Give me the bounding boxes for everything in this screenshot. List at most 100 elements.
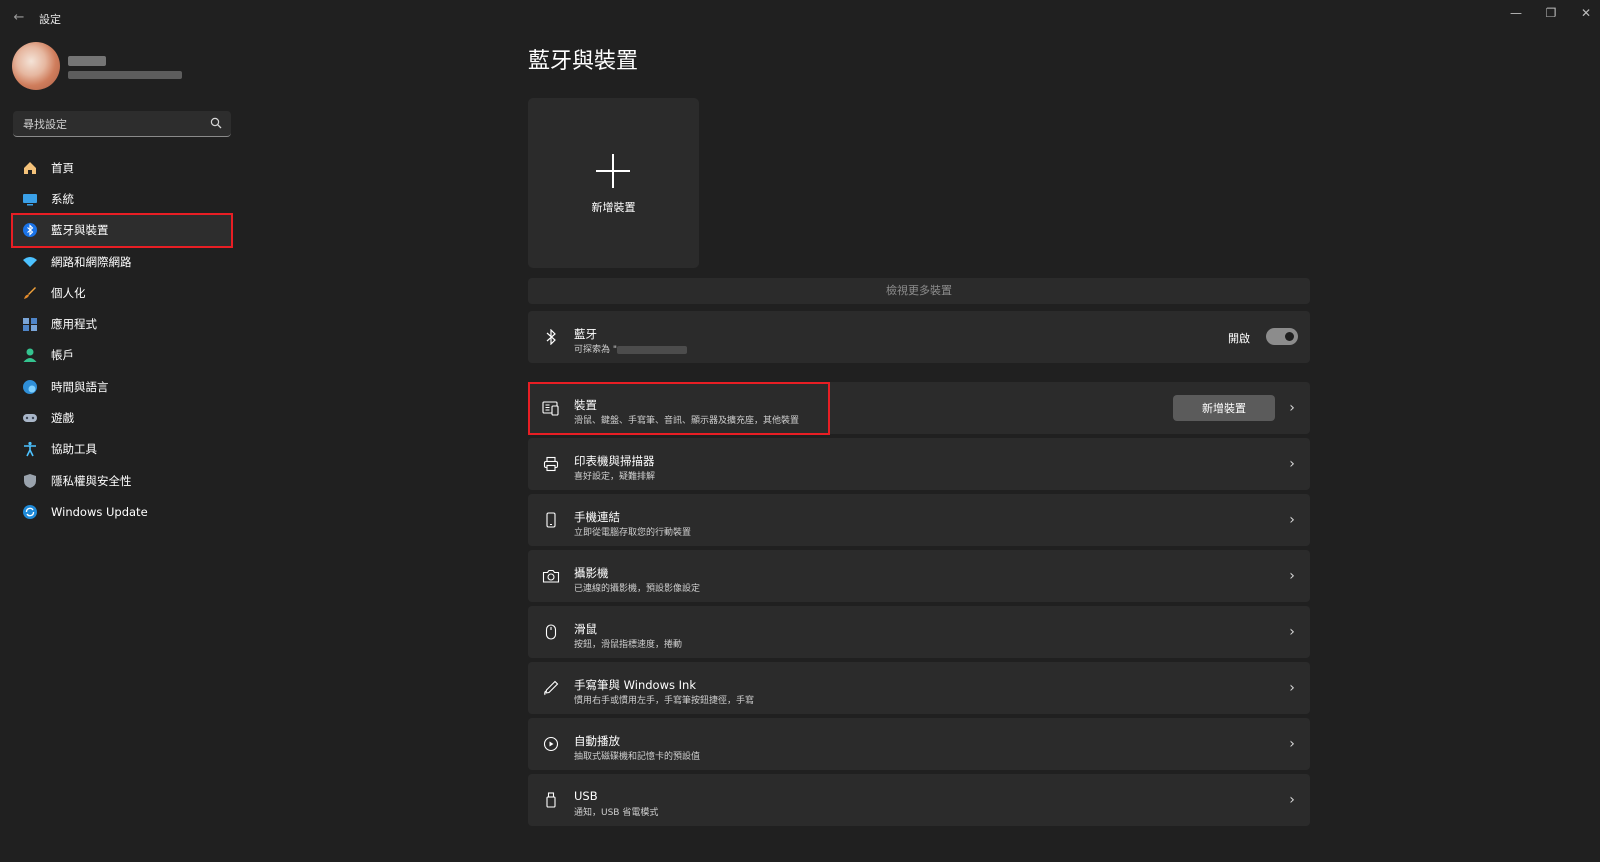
shield-icon <box>21 472 39 490</box>
device-name-redacted <box>617 345 688 354</box>
update-icon <box>21 503 39 521</box>
gamepad-icon <box>21 409 39 427</box>
sidebar-item-accessibility[interactable]: 協助工具 <box>13 434 231 465</box>
chevron-right-icon: › <box>1289 456 1295 472</box>
profile-name-redacted <box>68 56 106 66</box>
card-title: 自動播放 <box>574 734 620 748</box>
sidebar-item-label: 藍牙與裝置 <box>51 223 109 238</box>
sidebar-item-accounts[interactable]: 帳戶 <box>13 340 231 371</box>
search-icon[interactable] <box>210 117 222 129</box>
chevron-right-icon: › <box>1289 792 1295 808</box>
card-subtitle: 已連線的攝影機，預設影像設定 <box>574 584 701 594</box>
sidebar-item-windows-update[interactable]: Windows Update <box>13 496 231 527</box>
minimize-button[interactable]: — <box>1502 4 1530 22</box>
add-device-button[interactable]: 新增裝置 <box>1173 395 1275 421</box>
view-more-devices-button[interactable]: 檢視更多裝置 <box>528 278 1310 304</box>
bluetooth-toggle-label: 開啟 <box>1228 332 1250 345</box>
card-title: 滑鼠 <box>574 622 597 636</box>
devices-card[interactable]: 裝置 滑鼠、鍵盤、手寫筆、音訊、顯示器及擴充座，其他裝置 新增裝置 › <box>528 382 1310 434</box>
chevron-right-icon: › <box>1289 736 1295 752</box>
page-title: 藍牙與裝置 <box>528 49 639 74</box>
card-subtitle: 按鈕，滑鼠指標速度，捲動 <box>574 640 683 650</box>
add-device-tile[interactable]: 新增裝置 <box>528 98 699 268</box>
home-icon <box>21 159 39 177</box>
search-box[interactable] <box>13 111 231 137</box>
card-subtitle: 喜好設定，疑難排解 <box>574 472 656 482</box>
printers-scanners-card[interactable]: 印表機與掃描器 喜好設定，疑難排解 › <box>528 438 1310 490</box>
sidebar-item-privacy-security[interactable]: 隱私權與安全性 <box>13 465 231 496</box>
card-subtitle: 立即從電腦存取您的行動裝置 <box>574 528 692 538</box>
sidebar-item-home[interactable]: 首頁 <box>13 152 231 183</box>
globe-clock-icon <box>21 378 39 396</box>
card-title: 手機連結 <box>574 510 620 524</box>
chevron-right-icon: › <box>1289 624 1295 640</box>
add-device-label: 新增裝置 <box>591 201 636 214</box>
card-subtitle: 通知，USB 省電模式 <box>574 808 659 818</box>
card-title: 裝置 <box>574 398 597 412</box>
card-subtitle: 滑鼠、鍵盤、手寫筆、音訊、顯示器及擴充座，其他裝置 <box>574 416 800 426</box>
bluetooth-icon <box>540 326 562 348</box>
close-button[interactable]: ✕ <box>1572 4 1600 22</box>
account-icon <box>21 346 39 364</box>
bluetooth-card: 藍牙 可探索為 " 開啟 <box>528 311 1310 363</box>
sidebar-item-label: Windows Update <box>51 504 148 519</box>
apps-icon <box>21 315 39 333</box>
sidebar-item-label: 應用程式 <box>51 317 97 332</box>
sidebar-item-gaming[interactable]: 遊戲 <box>13 402 231 433</box>
card-subtitle: 抽取式磁碟機和記憶卡的預設值 <box>574 752 701 762</box>
back-arrow-icon[interactable]: ← <box>11 10 27 26</box>
sidebar-nav: 首頁 系統 藍牙與裝置 網路和網際網路 個人化 應用程式 帳戶 時間與語言 遊戲… <box>11 152 233 528</box>
sidebar-item-label: 協助工具 <box>51 442 97 457</box>
usb-icon <box>540 789 562 811</box>
title-bar: ← 設定 — ❐ ✕ <box>0 0 1600 36</box>
bluetooth-toggle[interactable] <box>1266 328 1298 345</box>
card-title: 攝影機 <box>574 566 609 580</box>
sidebar-item-apps[interactable]: 應用程式 <box>13 308 231 339</box>
sidebar-item-label: 個人化 <box>51 285 86 300</box>
phone-link-card[interactable]: 手機連結 立即從電腦存取您的行動裝置 › <box>528 494 1310 546</box>
sidebar-item-label: 隱私權與安全性 <box>51 473 132 488</box>
camera-icon <box>540 565 562 587</box>
search-input[interactable] <box>21 115 201 133</box>
pen-icon <box>540 677 562 699</box>
sidebar-item-system[interactable]: 系統 <box>13 183 231 214</box>
sidebar-item-network[interactable]: 網路和網際網路 <box>13 246 231 277</box>
sidebar-item-label: 時間與語言 <box>51 379 109 394</box>
chevron-right-icon: › <box>1289 512 1295 528</box>
card-title: 手寫筆與 Windows Ink <box>574 678 696 692</box>
mouse-icon <box>540 621 562 643</box>
accessibility-icon <box>21 440 39 458</box>
card-title: USB <box>574 789 598 803</box>
chevron-right-icon: › <box>1289 400 1295 416</box>
maximize-button[interactable]: ❐ <box>1537 4 1565 22</box>
printer-icon <box>540 453 562 475</box>
wifi-icon <box>21 253 39 271</box>
phone-icon <box>540 509 562 531</box>
bluetooth-title: 藍牙 <box>574 327 597 341</box>
usb-card[interactable]: USB 通知，USB 省電模式 › <box>528 774 1310 826</box>
sidebar-item-label: 系統 <box>51 191 74 206</box>
pen-windows-ink-card[interactable]: 手寫筆與 Windows Ink 慣用右手或慣用左手，手寫筆按鈕捷徑，手寫 › <box>528 662 1310 714</box>
sidebar-item-personalization[interactable]: 個人化 <box>13 277 231 308</box>
chevron-right-icon: › <box>1289 680 1295 696</box>
system-icon <box>21 190 39 208</box>
app-title: 設定 <box>39 13 61 26</box>
avatar <box>12 42 60 90</box>
profile-email-redacted <box>68 71 182 79</box>
mouse-card[interactable]: 滑鼠 按鈕，滑鼠指標速度，捲動 › <box>528 606 1310 658</box>
card-subtitle: 慣用右手或慣用左手，手寫筆按鈕捷徑，手寫 <box>574 696 755 706</box>
sidebar-item-label: 遊戲 <box>51 411 74 426</box>
plus-icon <box>596 154 630 188</box>
brush-icon <box>21 284 39 302</box>
sidebar-item-time-language[interactable]: 時間與語言 <box>13 371 231 402</box>
autoplay-card[interactable]: 自動播放 抽取式磁碟機和記憶卡的預設值 › <box>528 718 1310 770</box>
bluetooth-icon <box>21 221 39 239</box>
chevron-right-icon: › <box>1289 568 1295 584</box>
card-title: 印表機與掃描器 <box>574 454 655 468</box>
bluetooth-discoverable-text: 可探索為 " <box>574 342 688 355</box>
cameras-card[interactable]: 攝影機 已連線的攝影機，預設影像設定 › <box>528 550 1310 602</box>
sidebar-item-bluetooth-devices[interactable]: 藍牙與裝置 <box>11 212 233 248</box>
sidebar-item-label: 首頁 <box>51 160 74 175</box>
toggle-knob <box>1285 332 1294 341</box>
sidebar-item-label: 帳戶 <box>51 348 74 363</box>
